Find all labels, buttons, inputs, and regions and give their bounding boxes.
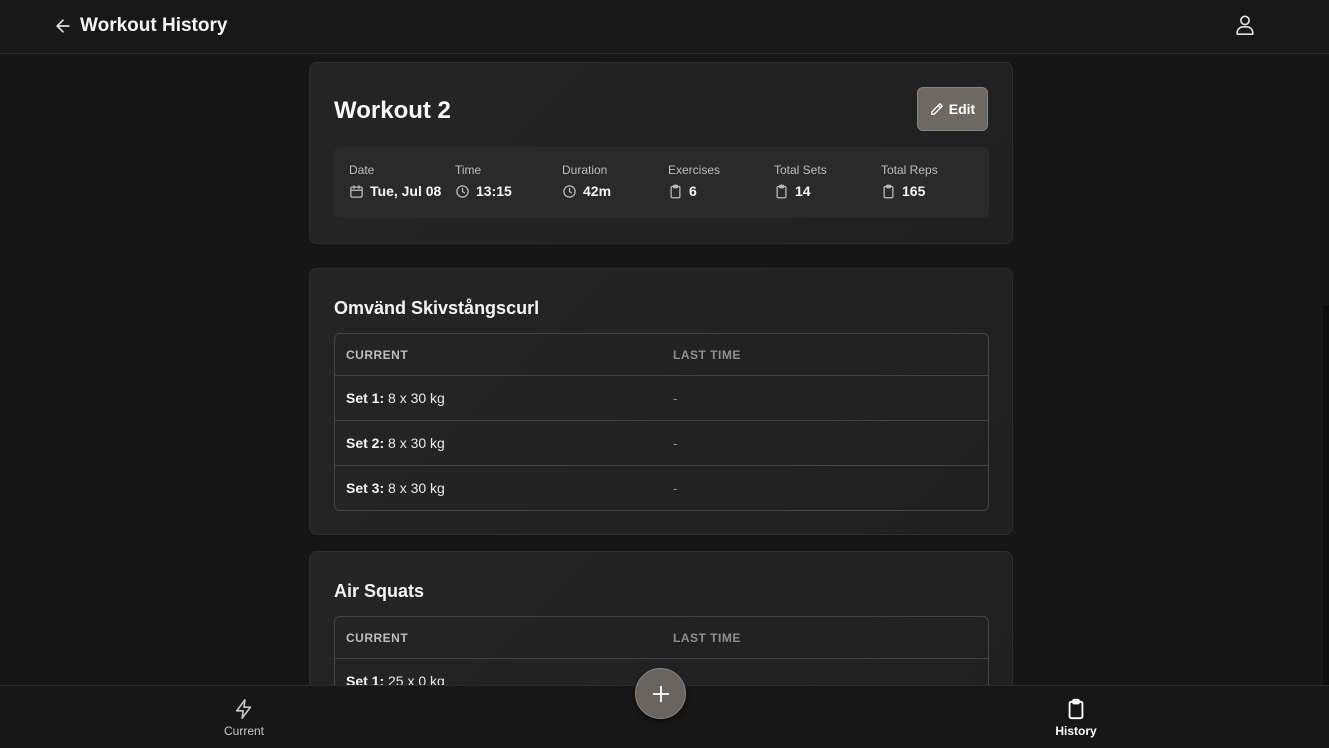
exercise-title: Omvänd Skivstångscurl (334, 298, 540, 318)
nav-label: History (1055, 723, 1097, 738)
exercise-card: Air Squats CURRENT LAST TIME Set 1: 25 x… (309, 551, 1013, 685)
workout-title: Workout 2 (334, 97, 451, 124)
nav-history[interactable]: History (1016, 686, 1136, 748)
back-button[interactable] (52, 15, 74, 37)
sets-table: CURRENT LAST TIME Set 1: 8 x 30 kg - Set… (334, 333, 989, 511)
table-header: CURRENT LAST TIME (335, 617, 988, 658)
stat-value: 14 (795, 183, 811, 199)
profile-button[interactable] (1232, 12, 1258, 38)
set-label: Set 3: (346, 480, 385, 496)
set-value: 8 x 30 kg (388, 480, 445, 496)
column-header-current: CURRENT (346, 630, 409, 645)
table-header: CURRENT LAST TIME (335, 334, 988, 375)
stat-duration: Duration 42m (562, 163, 611, 199)
user-icon (1236, 15, 1254, 35)
stat-value: Tue, Jul 08 (370, 183, 442, 199)
stat-label: Total Reps (881, 163, 938, 177)
set-label: Set 2: (346, 435, 385, 451)
stat-label: Exercises (668, 163, 721, 177)
stat-total-sets: Total Sets 14 (774, 163, 827, 199)
nav-current[interactable]: Current (184, 686, 304, 748)
column-header-current: CURRENT (346, 347, 409, 362)
edit-button[interactable]: Edit (917, 87, 988, 131)
stat-value: 165 (902, 183, 926, 199)
set-current: Set 1: 25 x 0 kg (346, 673, 445, 685)
scrollbar[interactable] (1323, 305, 1329, 685)
clock-icon (456, 184, 469, 198)
clipboard-icon (670, 184, 681, 198)
plus-icon (652, 685, 669, 702)
set-last-time: - (673, 435, 678, 451)
set-current: Set 3: 8 x 30 kg (346, 480, 445, 496)
set-last-time: - (673, 390, 678, 406)
set-label: Set 1: (346, 390, 385, 406)
set-value: 8 x 30 kg (388, 390, 445, 406)
clipboard-icon (883, 184, 894, 198)
add-workout-button[interactable] (635, 668, 686, 719)
stat-total-reps: Total Reps 165 (881, 163, 938, 199)
stat-value: 13:15 (476, 183, 512, 199)
nav-label: Current (223, 723, 264, 738)
edit-button-label: Edit (948, 101, 976, 117)
set-value: 25 x 0 kg (388, 673, 445, 685)
stat-time: Time 13:15 (455, 163, 512, 199)
column-header-last-time: LAST TIME (673, 347, 741, 362)
calendar-icon (350, 184, 363, 198)
clipboard-icon (776, 184, 787, 198)
stat-value: 42m (583, 183, 612, 199)
set-last-time: - (673, 480, 678, 496)
pencil-icon (930, 103, 943, 115)
workout-stats: Date Tue, Jul 08 Time 13:15 Duration 42m (334, 147, 989, 218)
column-header-last-time: LAST TIME (673, 630, 741, 645)
arrow-left-icon (56, 19, 70, 33)
set-value: 8 x 30 kg (388, 435, 445, 451)
top-bar: Workout History (0, 0, 1329, 54)
stat-label: Date (349, 163, 375, 177)
stat-label: Time (455, 163, 482, 177)
set-label: Set 1: (346, 673, 385, 685)
lightning-icon (235, 698, 252, 719)
set-current: Set 1: 8 x 30 kg (346, 390, 445, 406)
clock-icon (563, 184, 576, 198)
table-row: Set 2: 8 x 30 kg - (335, 420, 988, 465)
stat-value: 6 (689, 183, 697, 199)
table-row: Set 3: 8 x 30 kg - (335, 465, 988, 510)
table-row: Set 1: 8 x 30 kg - (335, 375, 988, 420)
stat-date: Date Tue, Jul 08 (349, 163, 441, 199)
exercise-card: Omvänd Skivstångscurl CURRENT LAST TIME … (309, 268, 1013, 535)
workout-summary-card: Workout 2 Edit Date Tue, Jul 08 Time 13:… (309, 62, 1013, 244)
set-current: Set 2: 8 x 30 kg (346, 435, 445, 451)
history-content[interactable]: Workout 2 Edit Date Tue, Jul 08 Time 13:… (0, 55, 1329, 685)
stat-label: Total Sets (774, 163, 827, 177)
page-title: Workout History (80, 15, 228, 36)
stat-label: Duration (562, 163, 608, 177)
exercise-title: Air Squats (334, 581, 425, 601)
stat-exercises: Exercises 6 (668, 163, 720, 199)
clipboard-icon (1068, 698, 1084, 719)
